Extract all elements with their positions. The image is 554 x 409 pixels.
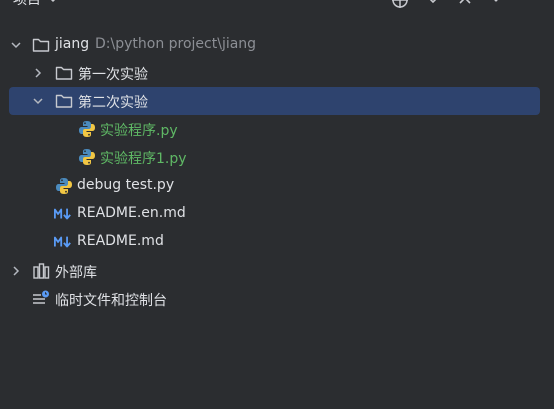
tree-item-file[interactable]: debug test.py — [0, 172, 554, 200]
expand-all-icon[interactable] — [424, 0, 442, 9]
select-opened-file-icon[interactable] — [391, 0, 409, 9]
chevron-down-icon[interactable] — [32, 95, 44, 107]
hide-minimize-icon[interactable] — [520, 0, 538, 9]
tree-item-folder-1[interactable]: 第一次实验 — [0, 59, 554, 87]
tree-item-file[interactable]: 实验程序.py — [0, 115, 554, 143]
python-file-icon — [79, 121, 95, 137]
python-file-icon — [56, 178, 72, 194]
tree-item-external-libraries[interactable]: 外部库 — [0, 257, 554, 285]
library-icon — [33, 263, 50, 279]
folder-label: 第二次实验 — [78, 95, 148, 111]
folder-icon — [55, 66, 73, 80]
folder-icon — [55, 94, 73, 108]
tree-item-root-jiang[interactable]: jiang D:\python project\jiang — [0, 31, 554, 59]
file-label: README.md — [77, 233, 164, 249]
folder-icon — [32, 38, 50, 52]
header-title: 项目 — [13, 0, 41, 8]
file-label: 实验程序.py — [100, 123, 178, 139]
chevron-down-icon[interactable] — [10, 39, 22, 51]
tree-item-file[interactable]: README.md — [0, 228, 554, 256]
collapse-all-icon[interactable] — [456, 0, 474, 9]
file-label: debug test.py — [77, 177, 175, 193]
markdown-file-icon — [54, 208, 71, 220]
project-tool-window-header: 项目 — [0, 0, 554, 18]
root-folder-label: jiang — [55, 36, 90, 52]
tree-item-scratches-and-consoles[interactable]: 临时文件和控制台 — [0, 285, 554, 313]
tree-item-file[interactable]: 实验程序1.py — [0, 143, 554, 171]
chevron-right-icon[interactable] — [10, 265, 22, 277]
scratches-icon — [33, 290, 49, 304]
markdown-file-icon — [54, 236, 71, 248]
tree-item-file[interactable]: README.en.md — [0, 200, 554, 228]
python-file-icon — [79, 149, 95, 165]
tree-item-folder-2[interactable]: 第二次实验 — [9, 87, 540, 115]
folder-label: 第一次实验 — [78, 67, 148, 83]
options-more-icon[interactable] — [487, 0, 505, 9]
external-libraries-label: 外部库 — [55, 265, 97, 281]
file-label: 实验程序1.py — [100, 151, 187, 167]
scratches-label: 临时文件和控制台 — [55, 293, 167, 309]
chevron-down-icon — [50, 0, 56, 3]
chevron-right-icon[interactable] — [32, 67, 44, 79]
project-view-selector[interactable]: 项目 — [13, 0, 59, 9]
root-folder-path: D:\python project\jiang — [95, 36, 257, 52]
file-label: README.en.md — [77, 205, 186, 221]
